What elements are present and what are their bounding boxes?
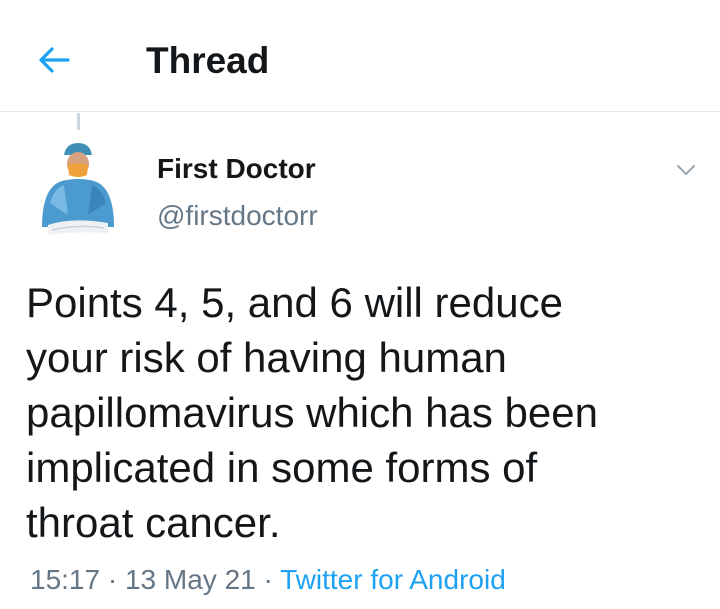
avatar[interactable]	[32, 131, 122, 249]
tweet-source-link[interactable]: Twitter for Android	[280, 564, 506, 595]
meta-separator: ·	[255, 564, 281, 595]
tweet-text: Points 4, 5, and 6 will reduce your risk…	[26, 279, 598, 546]
thread-connector-line	[77, 113, 80, 130]
page-title: Thread	[146, 40, 270, 81]
app-header: Thread	[0, 0, 720, 112]
arrow-left-icon	[39, 47, 70, 73]
tweet-metadata: 15:17 · 13 May 21 · Twitter for Android	[30, 563, 506, 597]
chevron-down-icon	[677, 165, 695, 175]
tweet-menu-button[interactable]	[670, 156, 702, 184]
doctor-avatar-image	[42, 143, 114, 235]
tweet-date[interactable]: 13 May 21	[125, 564, 256, 595]
tweet-time[interactable]: 15:17	[30, 564, 100, 595]
author-display-name[interactable]: First Doctor	[157, 153, 316, 185]
back-button[interactable]	[34, 40, 74, 80]
author-handle[interactable]: @firstdoctorr	[157, 200, 318, 232]
meta-separator: ·	[100, 564, 125, 595]
